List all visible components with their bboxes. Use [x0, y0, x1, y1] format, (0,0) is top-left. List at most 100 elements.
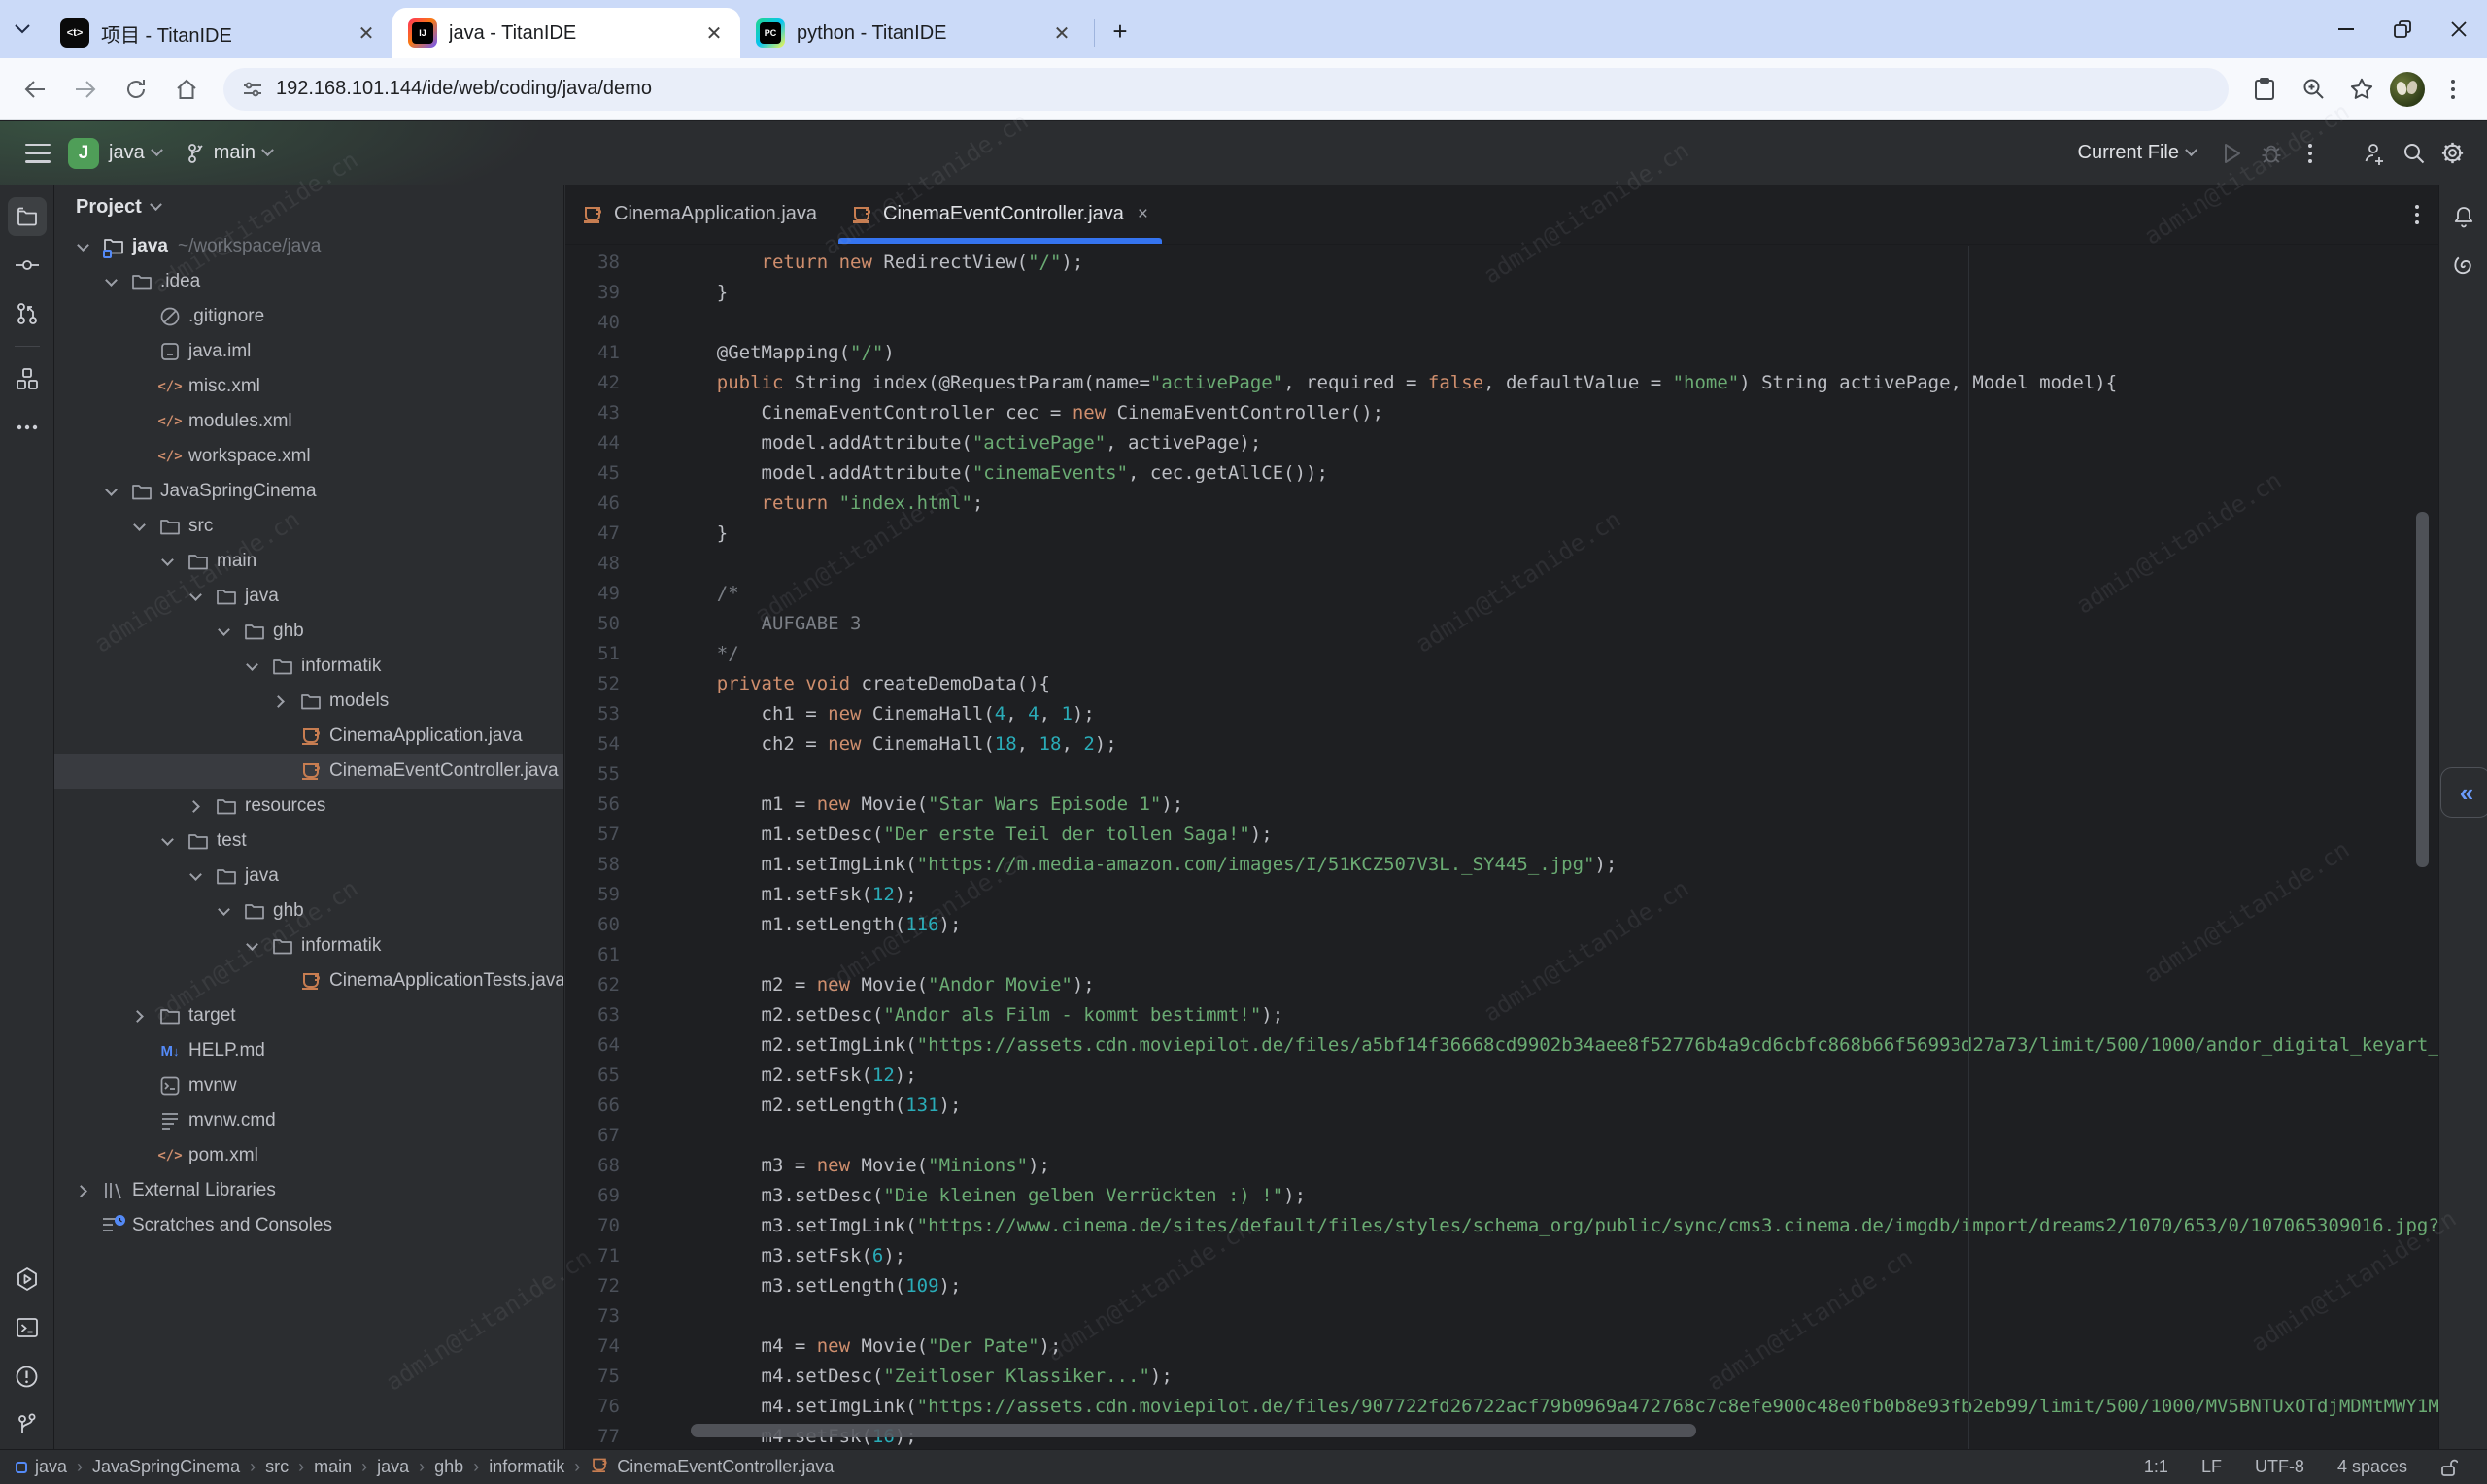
expand-panel-button[interactable]: «	[2440, 767, 2487, 818]
code-line-63[interactable]: 63 m2.setDesc("Andor als Film - kommt be…	[565, 1000, 2438, 1030]
code-line-68[interactable]: 68 m3 = new Movie("Minions");	[565, 1151, 2438, 1181]
tree-item-misc-xml[interactable]: </>misc.xml	[54, 369, 563, 404]
tree-item-scratches-and-consoles[interactable]: Scratches and Consoles	[54, 1208, 563, 1243]
code-line-44[interactable]: 44 model.addAttribute("activePage", acti…	[565, 428, 2438, 458]
breadcrumb-item[interactable]: main	[314, 1457, 352, 1477]
tree-item-models[interactable]: models	[54, 684, 563, 719]
project-tool-icon[interactable]	[8, 197, 47, 236]
code-line-43[interactable]: 43 CinemaEventController cec = new Cinem…	[565, 398, 2438, 428]
more-actions-icon[interactable]	[2291, 134, 2330, 173]
code-line-66[interactable]: 66 m2.setLength(131);	[565, 1091, 2438, 1121]
forward-icon[interactable]	[64, 68, 107, 111]
tree-item-help-md[interactable]: M↓HELP.md	[54, 1033, 563, 1068]
breadcrumb-item[interactable]: ghb	[434, 1457, 463, 1477]
code-line-45[interactable]: 45 model.addAttribute("cinemaEvents", ce…	[565, 458, 2438, 489]
project-badge[interactable]: J	[68, 138, 99, 169]
notifications-bell-icon[interactable]	[2444, 197, 2483, 236]
code-line-40[interactable]: 40	[565, 308, 2438, 338]
line-ending[interactable]: LF	[2201, 1457, 2222, 1477]
tree-item-cinemaapplication-java[interactable]: CinemaApplication.java	[54, 719, 563, 754]
tree-item-javaspringcinema[interactable]: JavaSpringCinema	[54, 474, 563, 509]
browser-tab-1[interactable]: <t>项目 - TitanIDE✕	[45, 8, 392, 58]
code-line-42[interactable]: 42 public String index(@RequestParam(nam…	[565, 368, 2438, 398]
tree-item-java[interactable]: java	[54, 859, 563, 894]
avatar[interactable]	[2390, 72, 2425, 107]
project-selector[interactable]: java	[109, 142, 161, 164]
code-line-65[interactable]: 65 m2.setFsk(12);	[565, 1061, 2438, 1091]
code-line-62[interactable]: 62 m2 = new Movie("Andor Movie");	[565, 970, 2438, 1000]
commit-tool-icon[interactable]	[8, 246, 47, 285]
address-bar[interactable]: 192.168.101.144/ide/web/coding/java/demo	[223, 68, 2229, 111]
breadcrumb-item[interactable]: JavaSpringCinema	[92, 1457, 240, 1477]
vertical-scrollbar[interactable]	[2416, 512, 2429, 867]
tree-item-informatik[interactable]: informatik	[54, 649, 563, 684]
tree-chevron-icon[interactable]	[181, 874, 210, 879]
tree-chevron-icon[interactable]	[153, 839, 182, 844]
tree-chevron-icon[interactable]	[209, 909, 238, 914]
zoom-icon[interactable]	[2293, 69, 2334, 110]
tree-item-mvnw-cmd[interactable]: mvnw.cmd	[54, 1103, 563, 1138]
breadcrumb-item[interactable]: informatik	[489, 1457, 564, 1477]
more-tools-icon[interactable]	[8, 408, 47, 447]
tree-item-external-libraries[interactable]: External Libraries	[54, 1173, 563, 1208]
pull-requests-tool-icon[interactable]	[8, 294, 47, 333]
browser-tab-2[interactable]: IJjava - TitanIDE✕	[392, 8, 740, 58]
site-settings-icon[interactable]	[243, 81, 262, 98]
code-line-73[interactable]: 73	[565, 1301, 2438, 1332]
minimize-button[interactable]	[2318, 0, 2374, 58]
code-line-51[interactable]: 51 */	[565, 639, 2438, 669]
code-line-75[interactable]: 75 m4.setDesc("Zeitloser Klassiker...");	[565, 1362, 2438, 1392]
tree-chevron-icon[interactable]	[209, 629, 238, 634]
breadcrumb-item[interactable]: CinemaEventController.java	[590, 1455, 834, 1479]
restore-button[interactable]	[2374, 0, 2431, 58]
caret-position[interactable]: 1:1	[2144, 1457, 2168, 1477]
tree-chevron-icon[interactable]	[265, 697, 294, 706]
code-line-70[interactable]: 70 m3.setImgLink("https://www.cinema.de/…	[565, 1211, 2438, 1241]
code-line-46[interactable]: 46 return "index.html";	[565, 489, 2438, 519]
code-line-67[interactable]: 67	[565, 1121, 2438, 1151]
tab-search-chevron-icon[interactable]	[0, 0, 45, 58]
code-line-47[interactable]: 47 }	[565, 519, 2438, 549]
tree-chevron-icon[interactable]	[181, 802, 210, 811]
code-with-me-icon[interactable]	[2355, 134, 2394, 173]
tree-item-cinemaapplicationtests-java[interactable]: CinemaApplicationTests.java	[54, 963, 563, 998]
tree-item-java[interactable]: java	[54, 579, 563, 614]
run-button[interactable]	[2213, 134, 2252, 173]
tree-chevron-icon[interactable]	[237, 664, 266, 669]
back-icon[interactable]	[14, 68, 56, 111]
clipboard-icon[interactable]	[2244, 69, 2285, 110]
settings-gear-icon[interactable]	[2433, 134, 2471, 173]
code-line-72[interactable]: 72 m3.setLength(109);	[565, 1271, 2438, 1301]
problems-tool-icon[interactable]	[8, 1357, 47, 1396]
code-line-53[interactable]: 53 ch1 = new CinemaHall(4, 4, 1);	[565, 699, 2438, 729]
tree-chevron-icon[interactable]	[68, 1187, 97, 1196]
code-line-54[interactable]: 54 ch2 = new CinemaHall(18, 18, 2);	[565, 729, 2438, 759]
tree-item-ghb[interactable]: ghb	[54, 894, 563, 928]
code-line-58[interactable]: 58 m1.setImgLink("https://m.media-amazon…	[565, 850, 2438, 880]
tree-item-modules-xml[interactable]: </>modules.xml	[54, 404, 563, 439]
tree-item-src[interactable]: src	[54, 509, 563, 544]
tree-item-ghb[interactable]: ghb	[54, 614, 563, 649]
code-line-49[interactable]: 49 /*	[565, 579, 2438, 609]
tree-item-test[interactable]: test	[54, 824, 563, 859]
breadcrumb-item[interactable]: src	[265, 1457, 289, 1477]
browser-tab-3[interactable]: PCpython - TitanIDE✕	[740, 8, 1088, 58]
editor-tab-2[interactable]: CinemaEventController.java×	[835, 185, 1166, 244]
tree-item-informatik[interactable]: informatik	[54, 928, 563, 963]
code-viewport[interactable]: 38 return new RedirectView("/");39 }4041…	[565, 246, 2438, 1449]
close-editor-tab-icon[interactable]: ×	[1138, 204, 1148, 225]
home-icon[interactable]	[165, 68, 208, 111]
code-line-41[interactable]: 41 @GetMapping("/")	[565, 338, 2438, 368]
write-access-lock-icon[interactable]	[2440, 1458, 2458, 1477]
tree-item--idea[interactable]: .idea	[54, 264, 563, 299]
tree-item-resources[interactable]: resources	[54, 789, 563, 824]
tree-chevron-icon[interactable]	[237, 944, 266, 949]
code-line-48[interactable]: 48	[565, 549, 2438, 579]
run-config-selector[interactable]: Current File	[2078, 142, 2196, 164]
code-line-64[interactable]: 64 m2.setImgLink("https://assets.cdn.mov…	[565, 1030, 2438, 1061]
code-line-52[interactable]: 52 private void createDemoData(){	[565, 669, 2438, 699]
code-line-61[interactable]: 61	[565, 940, 2438, 970]
chevron-down-icon[interactable]	[150, 198, 162, 211]
tree-item-cinemaeventcontroller-java[interactable]: CinemaEventController.java	[54, 754, 563, 789]
tree-chevron-icon[interactable]	[124, 1012, 153, 1021]
